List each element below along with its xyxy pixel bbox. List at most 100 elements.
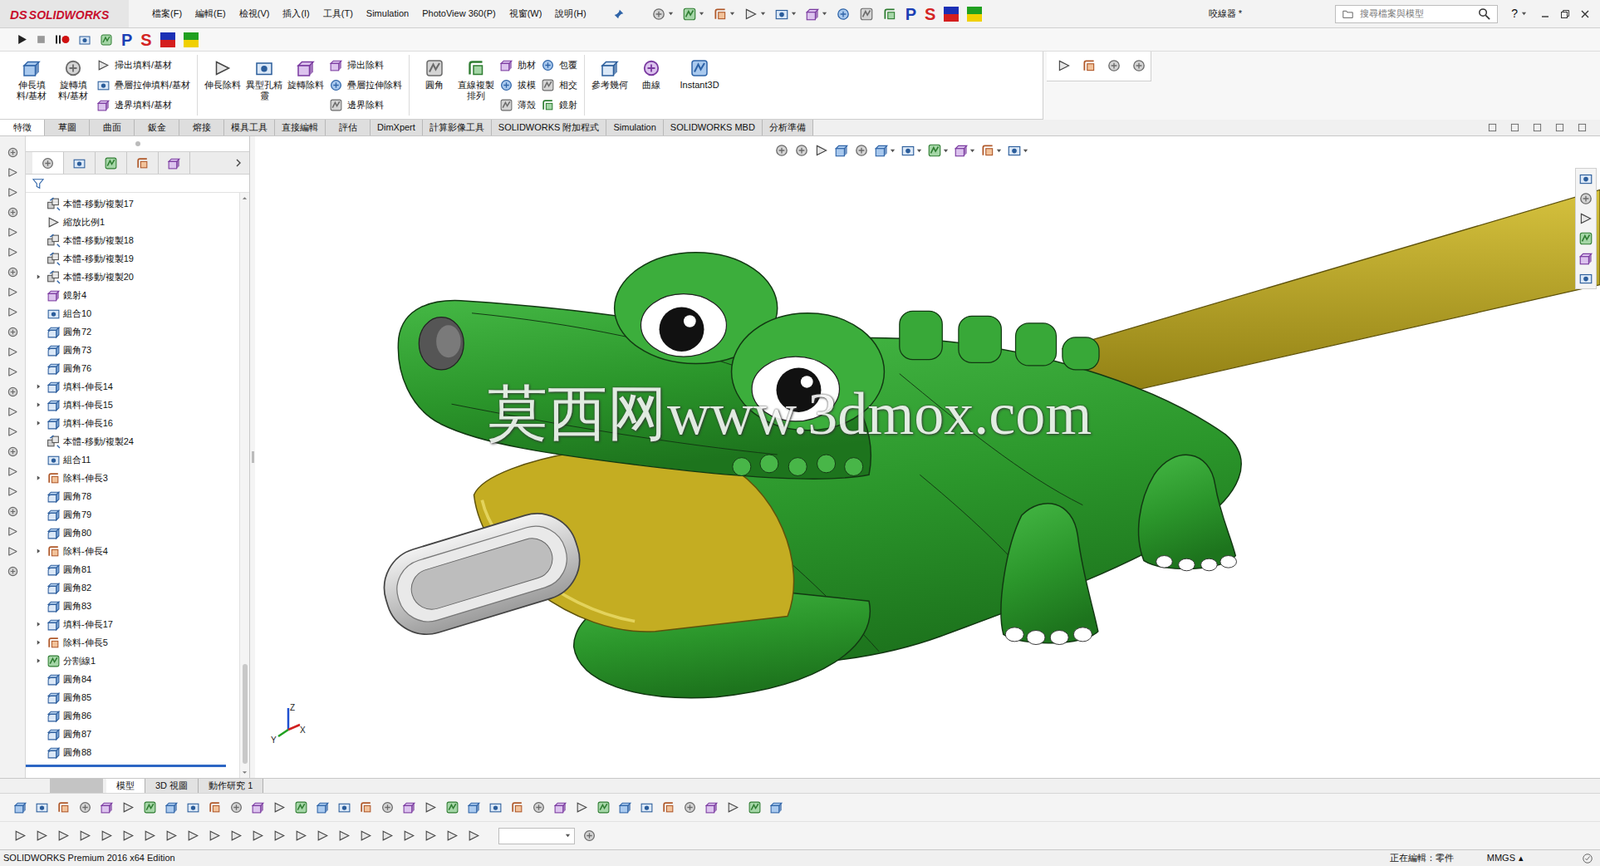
feature-tree-item[interactable]: 除料-伸長4 [25,541,240,560]
command-tab[interactable]: 直接編輯 [274,119,326,136]
menu-item[interactable]: 說明(H) [554,6,586,21]
stop-icon[interactable] [35,34,47,45]
color-flag-icon[interactable] [966,6,982,22]
expand-arrow-icon[interactable] [35,382,42,390]
ribbon-small-button[interactable]: 掃出除料 [328,56,403,74]
bottom-tab[interactable]: 模型 [106,778,146,793]
feature-tree-item[interactable]: 圓角73 [25,340,240,359]
expand-arrow-icon[interactable] [35,419,42,427]
feature-tree-item[interactable]: 縮放比例1 [25,212,240,231]
units-selector[interactable]: MMGS▴ [1487,850,1524,865]
command-tab[interactable]: 分析準備 [762,119,814,136]
ribbon-large-button[interactable]: 異型孔精靈 [245,54,283,102]
bottom-tab[interactable]: 3D 視圖 [145,778,199,793]
dropdown-caret-icon[interactable] [790,10,797,17]
menu-item[interactable]: 視窗(W) [509,6,543,21]
dropdown-caret-icon[interactable] [1022,147,1029,154]
feature-tree-item[interactable]: 本體-移動/複製18 [25,230,240,250]
menu-item[interactable]: 編輯(E) [195,6,226,21]
command-tab[interactable]: 評估 [325,119,371,136]
dropdown-caret-icon[interactable] [760,10,766,17]
status-help-icon[interactable] [1581,852,1594,864]
menu-item[interactable]: 檢視(V) [239,6,270,21]
ribbon-large-button[interactable]: 參考幾何 [591,54,629,91]
manager-tab[interactable] [63,152,96,174]
bottom-tab[interactable]: 動作研究 1 [198,778,264,793]
feature-tree-item[interactable]: 圓角85 [25,687,240,707]
command-tab[interactable]: 模具工具 [224,119,275,136]
dropdown-caret-icon[interactable] [729,10,736,17]
color-flag-icon[interactable] [943,6,959,22]
command-tab[interactable]: 曲面 [89,119,135,136]
toolbar-dropdown[interactable] [498,827,575,845]
feature-tree-item[interactable]: 圓角81 [25,559,240,579]
feature-tree-item[interactable]: 本體-移動/複製20 [25,267,240,286]
feature-tree-item[interactable]: 圓角78 [25,486,240,506]
document-window-icon[interactable] [1555,122,1565,133]
addin-letter[interactable]: P [905,5,917,23]
rollback-bar[interactable] [25,764,226,767]
ribbon-large-button[interactable]: 伸長填料/基材 [13,54,50,102]
feature-tree-item[interactable]: 圓角80 [25,523,240,542]
dropdown-caret-icon[interactable] [996,147,1002,154]
feature-tree-item[interactable]: 圓角82 [25,578,240,597]
feature-tree-item[interactable]: 填料-伸長17 [25,614,240,634]
command-tab[interactable]: SOLIDWORKS 附加程式 [491,119,608,136]
macro-letter[interactable]: S [140,31,152,49]
feature-tree-item[interactable]: 圓角88 [25,742,240,761]
feature-tree-item[interactable]: 本體-移動/複製24 [25,431,240,451]
command-tab[interactable]: 特徵 [0,119,45,136]
ribbon-small-button[interactable]: 鏡射 [540,96,578,114]
expand-arrow-icon[interactable] [35,474,42,481]
chevron-right-icon[interactable] [234,158,243,167]
expand-arrow-icon[interactable] [35,638,42,646]
dropdown-caret-icon[interactable] [821,10,828,17]
ribbon-large-button[interactable]: Instant3D [674,54,725,91]
menu-item[interactable]: Simulation [366,6,409,21]
feature-tree-item[interactable]: 圓角79 [25,505,240,524]
dropdown-caret-icon[interactable] [1521,10,1527,17]
dropdown-caret-icon[interactable] [889,147,896,154]
filter-icon[interactable] [32,177,45,190]
minimize-icon[interactable] [1540,9,1551,20]
document-window-icon[interactable] [1577,122,1587,133]
ribbon-large-button[interactable]: 圓角 [416,54,453,91]
crocodile-model[interactable] [255,136,1600,778]
ribbon-small-button[interactable]: 肋材 [499,56,536,74]
document-window-icon[interactable] [1532,122,1542,133]
document-window-icon[interactable] [1510,122,1520,133]
expand-arrow-icon[interactable] [35,620,42,628]
dropdown-caret-icon[interactable] [698,10,705,17]
ribbon-large-button[interactable]: 伸長除料 [204,54,241,91]
feature-tree-item[interactable]: 除料-伸長5 [25,633,240,652]
graphics-area[interactable]: 莫西网www.3dmox.comZXY [255,136,1600,778]
dropdown-caret-icon[interactable] [942,147,949,154]
feature-tree-item[interactable]: 組合10 [25,304,240,323]
command-tab[interactable]: 草圖 [44,119,90,136]
ribbon-small-button[interactable]: 邊界除料 [328,96,403,114]
manager-tab[interactable] [32,152,64,174]
expand-arrow-icon[interactable] [35,547,42,555]
command-tab[interactable]: 鈑金 [134,119,180,136]
feature-tree-item[interactable]: 圓角86 [25,706,240,725]
feature-tree-item[interactable]: 圓角72 [25,322,240,341]
manager-tab[interactable] [95,152,128,174]
feature-tree-item[interactable]: 填料-伸長16 [25,413,240,432]
color-flag-icon[interactable] [183,32,199,48]
feature-tree-item[interactable]: 除料-伸長3 [25,468,240,487]
menu-item[interactable]: 工具(T) [323,6,354,21]
ribbon-large-button[interactable]: 直線複製排列 [457,54,495,102]
feature-tree-item[interactable]: 圓角87 [25,724,240,743]
search-icon[interactable] [1477,7,1491,20]
dropdown-caret-icon[interactable] [916,147,923,154]
feature-tree-item[interactable]: 填料-伸長15 [25,395,240,414]
feature-tree-item[interactable]: 圓角76 [25,358,240,378]
command-tab[interactable]: 熔接 [179,119,225,136]
ribbon-small-button[interactable]: 包覆 [540,56,578,74]
ribbon-small-button[interactable]: 邊界填料/基材 [96,96,191,114]
expand-arrow-icon[interactable] [35,657,42,664]
feature-tree-item[interactable]: 鏡射4 [25,285,240,305]
document-window-icon[interactable] [1487,122,1497,133]
ribbon-large-button[interactable]: 曲線 [633,54,670,91]
feature-tree-item[interactable]: 填料-伸長14 [25,377,240,396]
